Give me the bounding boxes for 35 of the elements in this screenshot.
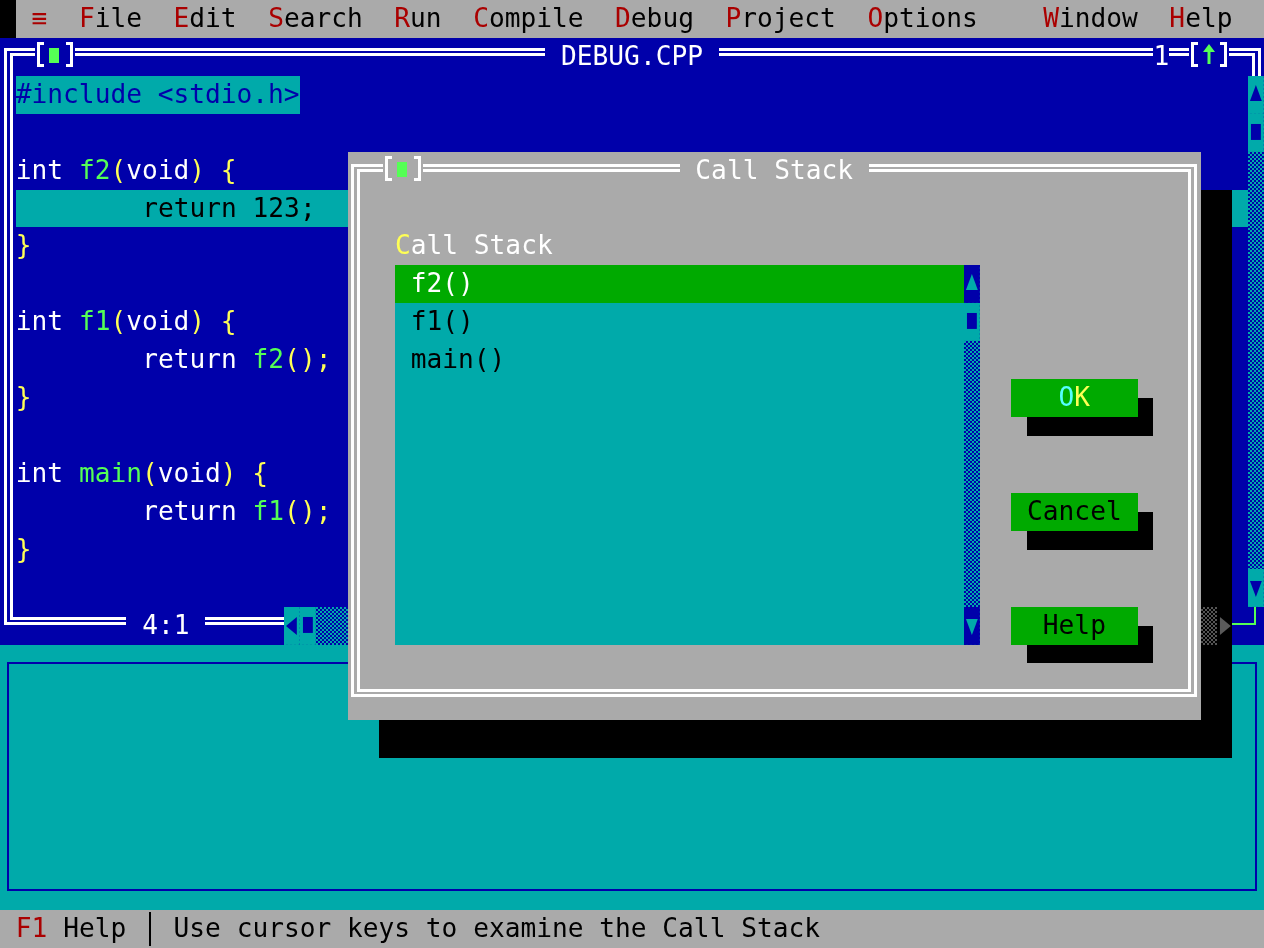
scroll-thumb[interactable] [300, 606, 316, 645]
code-line: return f2(); [142, 343, 332, 377]
vertical-scrollbar[interactable] [1248, 75, 1264, 607]
mouse-cursor [0, 0, 16, 38]
menu-item[interactable]: Compile [457, 0, 600, 38]
menu-item[interactable]: Run [378, 0, 458, 38]
dialog-button[interactable]: Cancel [1011, 492, 1138, 531]
menu-item[interactable]: Project [709, 0, 852, 38]
resize-corner-icon[interactable] [1232, 606, 1257, 625]
list-item[interactable]: f1() [395, 303, 964, 342]
menu-item[interactable]: File [63, 0, 158, 38]
code-line: int main(void) { [15, 456, 269, 490]
menu-item[interactable]: Search [252, 0, 379, 38]
close-icon[interactable] [35, 41, 76, 67]
call-stack-list[interactable]: f2() f1() main() [395, 265, 980, 645]
up-arrow-icon[interactable] [1188, 41, 1229, 67]
code-line: } [15, 381, 32, 415]
menu-item[interactable]: Debug [599, 0, 710, 38]
status-item[interactable]: F1 Help [15, 910, 127, 948]
menu-item[interactable]: Options [851, 0, 994, 38]
menu-item[interactable]: Edit [157, 0, 253, 38]
code-line: } [15, 532, 32, 566]
menu-item[interactable]: Help [1153, 0, 1249, 38]
code-line: return f1(); [142, 494, 332, 528]
code-line: int f1(void) { [15, 305, 237, 339]
scroll-thumb[interactable] [1248, 113, 1264, 152]
list-label: Call Stack [395, 229, 553, 263]
list-item[interactable]: main() [395, 341, 964, 380]
status-hint: Use cursor keys to examine the Call Stack [173, 912, 820, 946]
menu-item[interactable]: Window [1027, 0, 1154, 38]
scroll-thumb[interactable] [963, 303, 980, 342]
code-line: } [15, 229, 32, 263]
code-line: int f2(void) { [15, 153, 237, 187]
dialog-button[interactable]: Help [1011, 606, 1138, 645]
vertical-scrollbar[interactable] [963, 265, 980, 645]
